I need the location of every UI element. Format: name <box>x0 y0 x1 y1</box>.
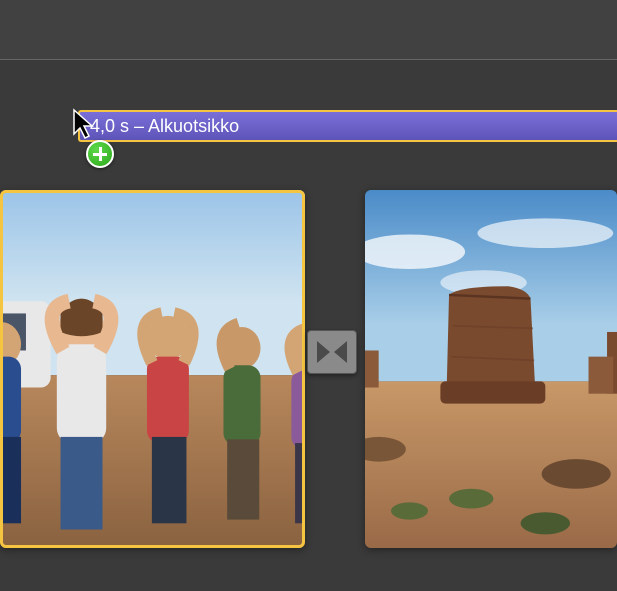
clip-2-monument[interactable] <box>365 190 617 548</box>
title-clip-label: 4,0 s – Alkuotsikko <box>90 116 239 137</box>
toolbar-strip <box>0 0 617 60</box>
title-clip[interactable]: 4,0 s – Alkuotsikko <box>78 110 617 142</box>
transition-icon[interactable] <box>307 330 357 374</box>
clip-2-thumbnail <box>365 190 617 548</box>
add-icon <box>86 140 114 168</box>
timeline-area[interactable]: 4,0 s – Alkuotsikko <box>0 60 617 110</box>
clip-1-people[interactable] <box>0 190 305 548</box>
clip-1-thumbnail <box>0 190 305 548</box>
